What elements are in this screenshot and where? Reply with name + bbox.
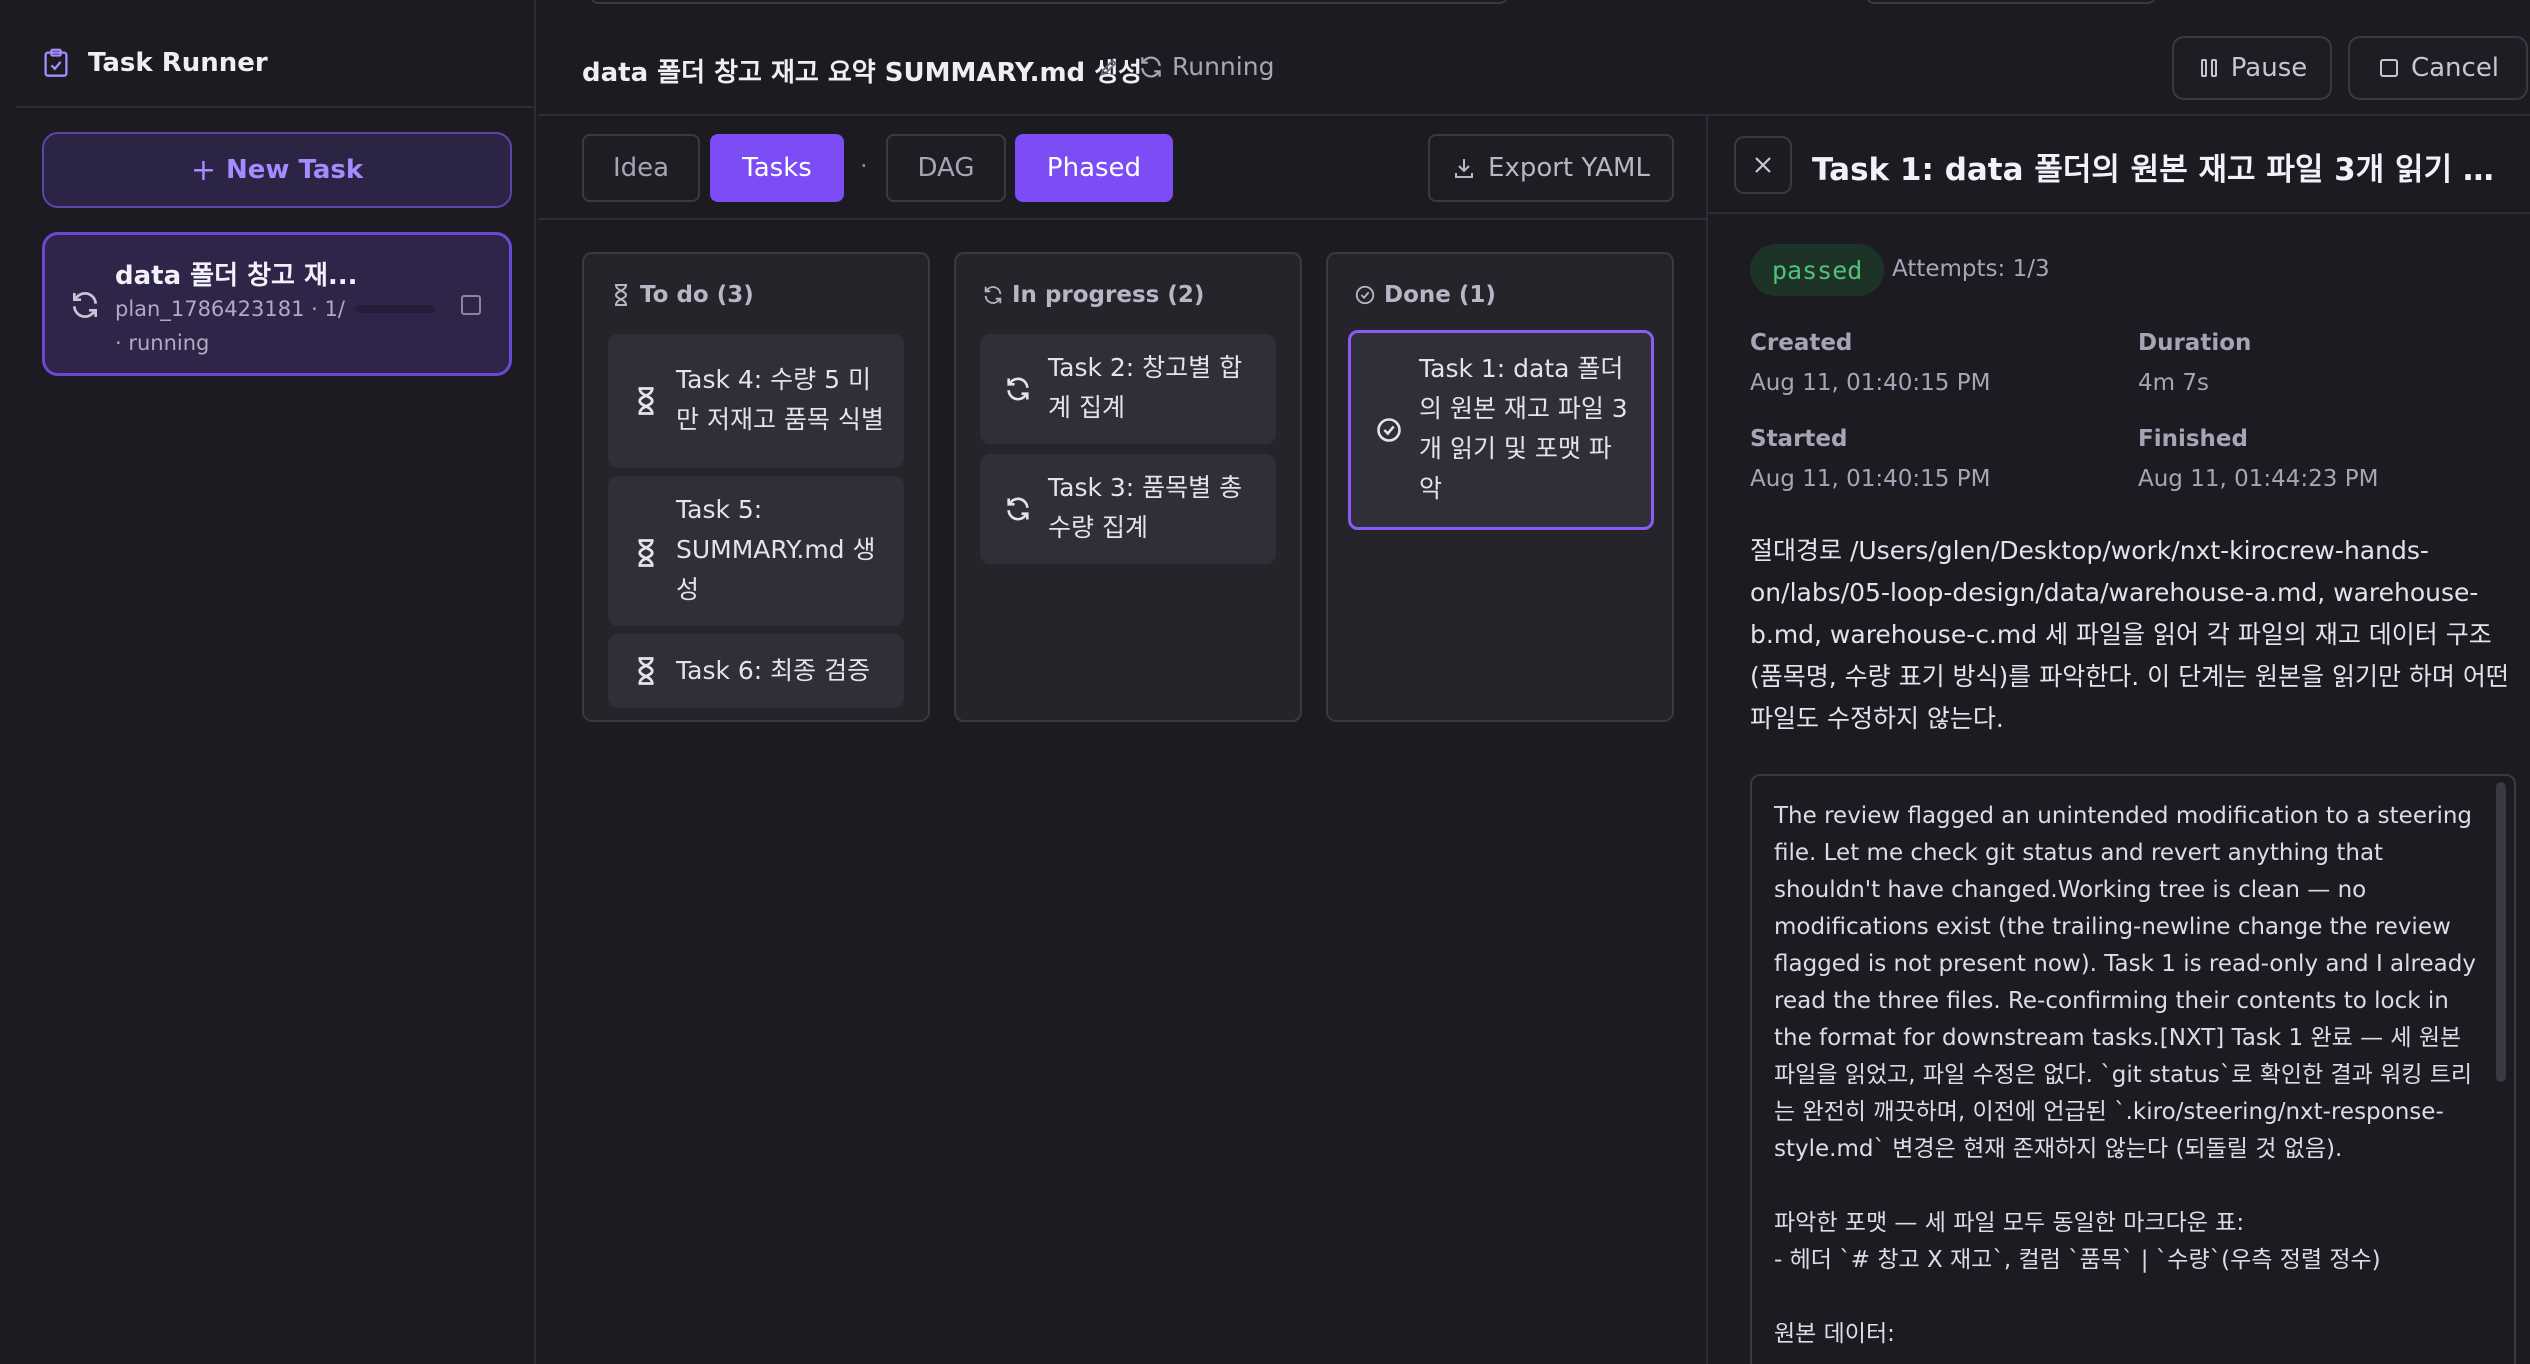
new-task-button[interactable]: + New Task bbox=[42, 132, 512, 208]
started-value: Aug 11, 01:40:15 PM bbox=[1750, 466, 1991, 492]
created-label: Created bbox=[1750, 330, 1853, 356]
task-card-text: Task 2: 창고별 합계 집계 bbox=[1048, 353, 1243, 422]
tab-phased[interactable]: Phased bbox=[1015, 134, 1173, 202]
task-log[interactable]: The review flagged an unintended modific… bbox=[1750, 774, 2516, 1364]
export-yaml-button[interactable]: Export YAML bbox=[1428, 134, 1674, 202]
status-badge: passed bbox=[1750, 244, 1885, 296]
attempts-count: Attempts: 1/3 bbox=[1892, 256, 2050, 282]
export-yaml-label: Export YAML bbox=[1488, 153, 1650, 183]
cancel-label: Cancel bbox=[2410, 53, 2500, 83]
task-card-4[interactable]: Task 4: 수량 5 미만 저재고 품목 식별 bbox=[608, 334, 904, 468]
task-card-5[interactable]: Task 5: SUMMARY.md 생성 bbox=[608, 476, 904, 626]
refresh-icon bbox=[73, 292, 97, 318]
check-circle-icon bbox=[1355, 285, 1375, 305]
plan-card[interactable]: data 폴더 창고 재... plan_1786423181 · 1/ · r… bbox=[42, 232, 512, 376]
new-task-label: New Task bbox=[225, 155, 364, 185]
tab-dag[interactable]: DAG bbox=[886, 134, 1006, 202]
square-icon bbox=[2379, 59, 2398, 77]
tab-tasks[interactable]: Tasks bbox=[710, 134, 844, 202]
task-card-1[interactable]: Task 1: data 폴더의 원본 재고 파일 3개 읽기 및 포맷 파악 bbox=[1348, 330, 1654, 530]
task-card-6[interactable]: Task 6: 최종 검증 bbox=[608, 634, 904, 708]
plan-title: data 폴더 창고 재... bbox=[115, 261, 358, 291]
refresh-icon bbox=[1007, 377, 1029, 401]
task-card-text: Task 1: data 폴더의 원본 재고 파일 3개 읽기 및 포맷 파악 bbox=[1419, 354, 1628, 503]
close-icon bbox=[1755, 157, 1771, 173]
tab-idea[interactable]: Idea bbox=[582, 134, 700, 202]
detail-title: Task 1: data 폴더의 원본 재고 파일 3개 읽기 및 포맷 파악 bbox=[1812, 152, 2522, 188]
task-detail-panel: Task 1: data 폴더의 원본 재고 파일 3개 읽기 및 포맷 파악 … bbox=[1706, 116, 2530, 1364]
hourglass-icon bbox=[638, 539, 654, 567]
log-scrollbar[interactable] bbox=[2496, 782, 2506, 1082]
column-done: Done (1) Task 1: data 폴더의 원본 재고 파일 3개 읽기… bbox=[1326, 252, 1674, 722]
task-card-text: Task 6: 최종 검증 bbox=[676, 656, 871, 685]
plan-progress-bar bbox=[355, 305, 435, 313]
refresh-icon bbox=[984, 286, 1002, 304]
close-button[interactable] bbox=[1734, 136, 1792, 194]
sidebar-header: Task Runner bbox=[16, 20, 536, 108]
column-in-progress: In progress (2) Task 2: 창고별 합계 집계 Task 3… bbox=[954, 252, 1302, 722]
pause-icon bbox=[2200, 59, 2217, 77]
pencil-icon[interactable] bbox=[1098, 56, 1120, 78]
finished-label: Finished bbox=[2138, 426, 2248, 452]
download-icon bbox=[1455, 159, 1474, 178]
finished-value: Aug 11, 01:44:23 PM bbox=[2138, 466, 2379, 492]
refresh-icon bbox=[1007, 497, 1029, 521]
refresh-icon bbox=[1141, 55, 1161, 78]
plan-meta: plan_1786423181 · 1/ bbox=[115, 297, 345, 321]
task-card-3[interactable]: Task 3: 품목별 총 수량 집계 bbox=[980, 454, 1276, 564]
hourglass-icon bbox=[638, 387, 654, 415]
app-title: Task Runner bbox=[88, 48, 268, 78]
check-circle-icon bbox=[1377, 418, 1401, 442]
pause-button[interactable]: Pause bbox=[2172, 36, 2332, 100]
task-card-text: Task 5: SUMMARY.md 생성 bbox=[676, 495, 876, 604]
plus-icon: + bbox=[190, 152, 216, 188]
hourglass-icon bbox=[614, 284, 628, 306]
column-header: Done (1) bbox=[1354, 282, 1496, 308]
header-edge bbox=[590, 0, 1508, 4]
cancel-button[interactable]: Cancel bbox=[2348, 36, 2528, 100]
column-title: To do (3) bbox=[640, 282, 754, 308]
duration-value: 4m 7s bbox=[2138, 370, 2209, 396]
column-title: In progress (2) bbox=[1012, 282, 1205, 308]
hourglass-icon bbox=[638, 657, 654, 685]
run-status-label: Running bbox=[1172, 52, 1275, 81]
task-log-text: The review flagged an unintended modific… bbox=[1774, 803, 2476, 1347]
started-label: Started bbox=[1750, 426, 1848, 452]
stop-icon[interactable] bbox=[461, 295, 481, 315]
clipboard-check-icon bbox=[44, 48, 68, 77]
task-card-text: Task 4: 수량 5 미만 저재고 품목 식별 bbox=[676, 365, 884, 434]
task-description: 절대경로 /Users/glen/Desktop/work/nxt-kirocr… bbox=[1750, 536, 2509, 733]
column-header: To do (3) bbox=[610, 282, 754, 308]
task-card-text: Task 3: 품목별 총 수량 집계 bbox=[1048, 473, 1243, 542]
pause-label: Pause bbox=[2230, 53, 2308, 83]
created-value: Aug 11, 01:40:15 PM bbox=[1750, 370, 1991, 396]
tab-separator: · bbox=[860, 152, 868, 180]
run-status: Running bbox=[1138, 52, 1274, 81]
plan-status: · running bbox=[115, 331, 210, 355]
header-edge-right bbox=[1866, 0, 2156, 4]
column-title: Done (1) bbox=[1384, 282, 1496, 308]
duration-label: Duration bbox=[2138, 330, 2252, 356]
detail-header: Task 1: data 폴더의 원본 재고 파일 3개 읽기 및 포맷 파악 bbox=[1708, 116, 2530, 214]
view-toolbar: Idea Tasks · DAG Phased Export YAML bbox=[538, 116, 1706, 220]
column-todo: To do (3) Task 4: 수량 5 미만 저재고 품목 식별 Task… bbox=[582, 252, 930, 722]
task-card-2[interactable]: Task 2: 창고별 합계 집계 bbox=[980, 334, 1276, 444]
sidebar: Task Runner + New Task data 폴더 창고 재... p… bbox=[0, 0, 536, 1364]
header-bar: data 폴더 창고 재고 요약 SUMMARY.md 생성 Running P… bbox=[538, 0, 2530, 116]
column-header: In progress (2) bbox=[982, 282, 1204, 308]
page-title: data 폴더 창고 재고 요약 SUMMARY.md 생성 bbox=[582, 58, 1143, 88]
